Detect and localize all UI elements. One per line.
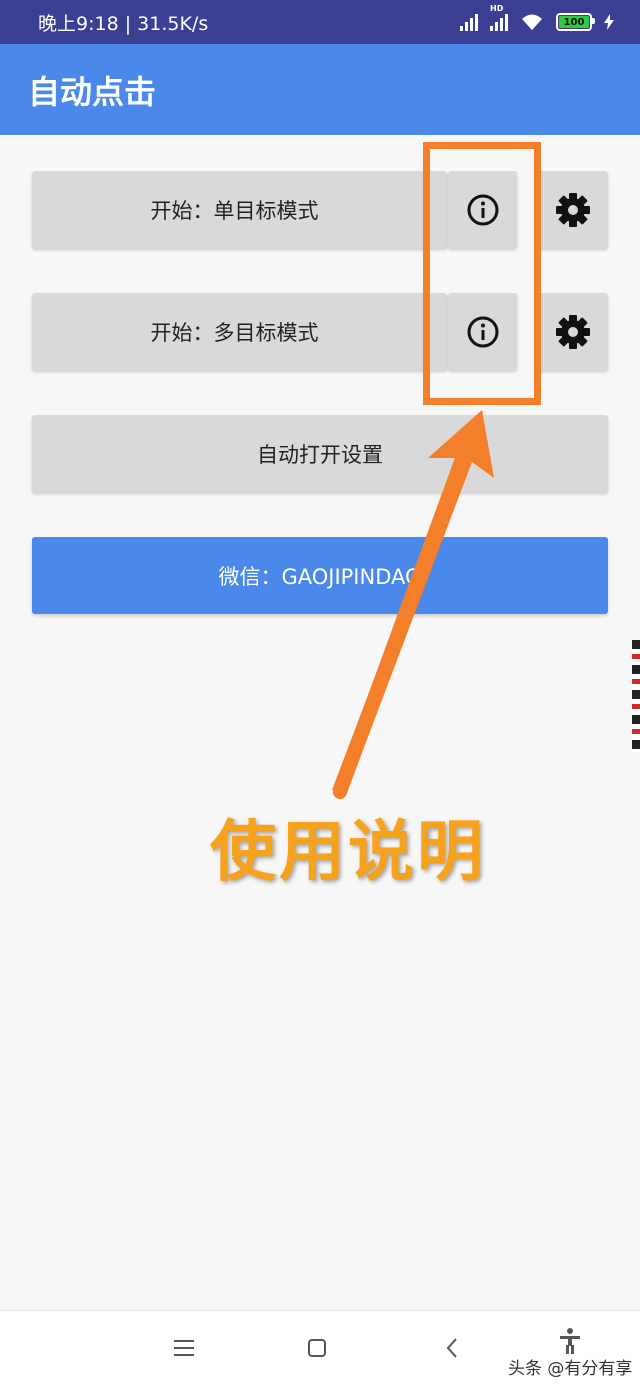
battery-level: 100 bbox=[563, 16, 585, 28]
edge-decoration bbox=[632, 640, 640, 752]
home-icon bbox=[308, 1339, 326, 1357]
menu-button[interactable] bbox=[172, 1337, 196, 1365]
accessibility-icon bbox=[560, 1328, 580, 1354]
menu-icon bbox=[174, 1340, 194, 1356]
watermark: 头条 @有分有享 bbox=[508, 1359, 633, 1379]
callout-text: 使用说明 bbox=[210, 813, 486, 890]
arrow-icon bbox=[332, 410, 494, 799]
back-button[interactable] bbox=[442, 1337, 464, 1365]
back-icon bbox=[446, 1338, 457, 1358]
home-button[interactable] bbox=[306, 1337, 328, 1365]
